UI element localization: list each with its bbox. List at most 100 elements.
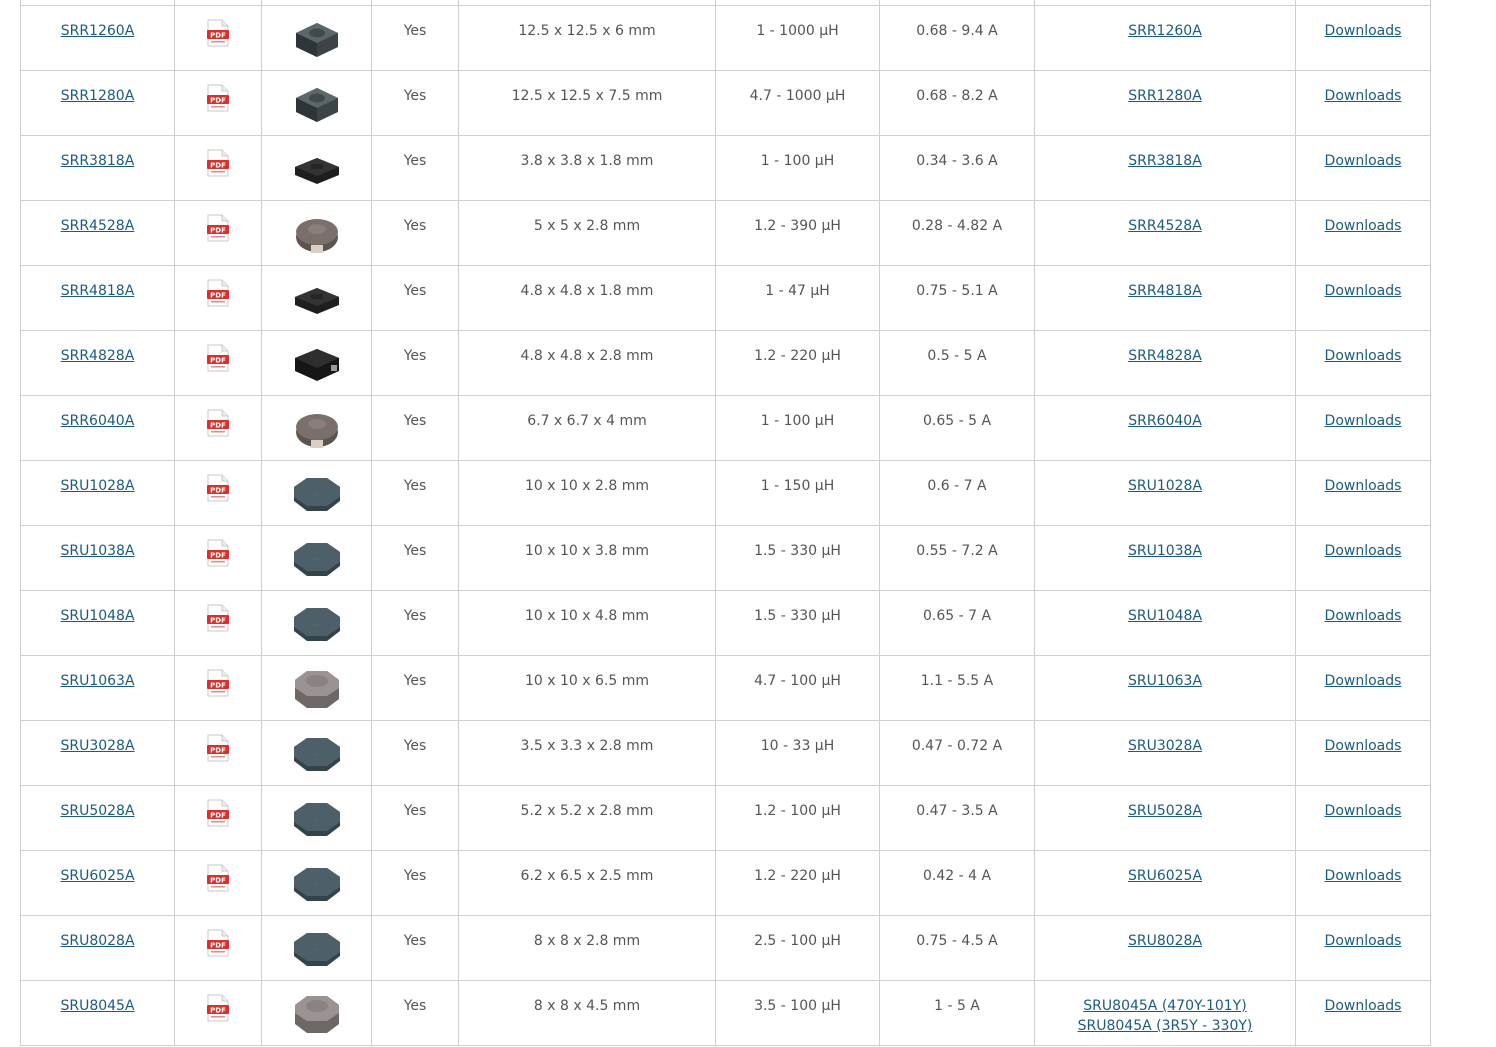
pdf-icon[interactable]: PDF bbox=[206, 604, 230, 632]
product-image-cell: · bbox=[261, 785, 372, 851]
part-number-link[interactable]: SRR1260A bbox=[61, 23, 135, 39]
current-cell: 0.55 - 7.2 A bbox=[879, 525, 1035, 591]
table-row: SRU1048A PDF · Yes 10 x 10 x 4.8 mm 1.5 … bbox=[20, 590, 1431, 656]
current-value: 0.47 - 0.72 A bbox=[911, 738, 1003, 754]
model-link[interactable]: SRR1260A bbox=[1035, 21, 1295, 41]
size-value: 5 x 5 x 2.8 mm bbox=[533, 218, 641, 234]
model-link[interactable]: SRU1028A bbox=[1035, 476, 1295, 496]
model-link[interactable]: SRR1280A bbox=[1035, 86, 1295, 106]
downloads-link[interactable]: Downloads bbox=[1325, 803, 1402, 819]
size-cell: 8 x 8 x 4.5 mm bbox=[458, 980, 716, 1046]
aec-value: Yes bbox=[403, 998, 427, 1014]
current-cell: 0.65 - 7 A bbox=[879, 590, 1035, 656]
part-number-link[interactable]: SRU1063A bbox=[60, 673, 134, 689]
pdf-icon[interactable]: PDF bbox=[206, 539, 230, 567]
part-number-link[interactable]: SRR3818A bbox=[61, 153, 135, 169]
model-link[interactable]: SRU1048A bbox=[1035, 606, 1295, 626]
part-number-link[interactable]: SRR4818A bbox=[61, 283, 135, 299]
model-link[interactable]: SRU6025A bbox=[1035, 866, 1295, 886]
part-number-link[interactable]: SRU6025A bbox=[60, 868, 134, 884]
current-value: 0.68 - 8.2 A bbox=[916, 88, 998, 104]
size-value: 4.8 x 4.8 x 2.8 mm bbox=[520, 348, 654, 364]
model-link[interactable]: SRR4818A bbox=[1035, 281, 1295, 301]
part-number-link[interactable]: SRU8045A bbox=[60, 998, 134, 1014]
pdf-icon[interactable]: PDF bbox=[206, 19, 230, 47]
downloads-cell: Downloads bbox=[1295, 850, 1431, 916]
inductor-image bbox=[291, 146, 343, 192]
part-number-link[interactable]: SRU3028A bbox=[60, 738, 134, 754]
model-link[interactable]: SRR4828A bbox=[1035, 346, 1295, 366]
datasheet-cell: PDF bbox=[174, 135, 262, 201]
size-cell: 6.7 x 6.7 x 4 mm bbox=[458, 395, 716, 461]
part-number-link[interactable]: SRR4828A bbox=[61, 348, 135, 364]
inductance-cell: 1 - 100 µH bbox=[715, 135, 880, 201]
model-cell: SRR1280A bbox=[1034, 70, 1296, 136]
downloads-link[interactable]: Downloads bbox=[1325, 283, 1402, 299]
pdf-icon[interactable]: PDF bbox=[206, 409, 230, 437]
pdf-icon[interactable]: PDF bbox=[206, 474, 230, 502]
downloads-link[interactable]: Downloads bbox=[1325, 868, 1402, 884]
downloads-link[interactable]: Downloads bbox=[1325, 88, 1402, 104]
downloads-link[interactable]: Downloads bbox=[1325, 933, 1402, 949]
model-link[interactable]: SRU1063A bbox=[1035, 671, 1295, 691]
downloads-link[interactable]: Downloads bbox=[1325, 348, 1402, 364]
part-number-link[interactable]: SRU1048A bbox=[60, 608, 134, 624]
table-row: SRR1260A PDF Yes 12.5 x 12.5 x 6 mm 1 - … bbox=[20, 5, 1431, 71]
datasheet-cell: PDF bbox=[174, 70, 262, 136]
model-link[interactable]: SRR4528A bbox=[1035, 216, 1295, 236]
inductance-value: 4.7 - 100 µH bbox=[754, 673, 841, 689]
part-number-cell: SRU1048A bbox=[20, 590, 175, 656]
pdf-icon[interactable]: PDF bbox=[206, 929, 230, 957]
inductance-cell: 3.5 - 100 µH bbox=[715, 980, 880, 1046]
pdf-icon[interactable]: PDF bbox=[206, 149, 230, 177]
part-number-link[interactable]: SRR4528A bbox=[61, 218, 135, 234]
pdf-icon[interactable]: PDF bbox=[206, 84, 230, 112]
downloads-link[interactable]: Downloads bbox=[1325, 153, 1402, 169]
part-number-link[interactable]: SRR1280A bbox=[61, 88, 135, 104]
downloads-link[interactable]: Downloads bbox=[1325, 543, 1402, 559]
model-link[interactable]: SRU8045A (470Y-101Y) bbox=[1035, 996, 1295, 1016]
size-cell: 10 x 10 x 2.8 mm bbox=[458, 460, 716, 526]
pdf-icon[interactable]: PDF bbox=[206, 994, 230, 1022]
pdf-icon[interactable]: PDF bbox=[206, 864, 230, 892]
model-link[interactable]: SRU8028A bbox=[1035, 931, 1295, 951]
inductor-image bbox=[291, 991, 343, 1037]
downloads-link[interactable]: Downloads bbox=[1325, 23, 1402, 39]
pdf-icon[interactable]: PDF bbox=[206, 344, 230, 372]
model-link[interactable]: SRR6040A bbox=[1035, 411, 1295, 431]
pdf-icon[interactable]: PDF bbox=[206, 799, 230, 827]
part-number-link[interactable]: SRU5028A bbox=[60, 803, 134, 819]
table-row: SRR4828A PDF Yes 4.8 x 4.8 x 2.8 mm 1.2 … bbox=[20, 330, 1431, 396]
model-link[interactable]: SRU1038A bbox=[1035, 541, 1295, 561]
model-link[interactable]: SRR3818A bbox=[1035, 151, 1295, 171]
current-cell: 0.5 - 5 A bbox=[879, 330, 1035, 396]
datasheet-cell: PDF bbox=[174, 785, 262, 851]
model-link[interactable]: SRU3028A bbox=[1035, 736, 1295, 756]
downloads-link[interactable]: Downloads bbox=[1325, 218, 1402, 234]
part-number-link[interactable]: SRU1028A bbox=[60, 478, 134, 494]
downloads-link[interactable]: Downloads bbox=[1325, 673, 1402, 689]
pdf-icon[interactable]: PDF bbox=[206, 214, 230, 242]
pdf-icon[interactable]: PDF bbox=[206, 734, 230, 762]
model-links: SRR1280A bbox=[1035, 71, 1295, 106]
downloads-link[interactable]: Downloads bbox=[1325, 608, 1402, 624]
part-number-link[interactable]: SRU8028A bbox=[60, 933, 134, 949]
model-link[interactable]: SRU5028A bbox=[1035, 801, 1295, 821]
downloads-link[interactable]: Downloads bbox=[1325, 738, 1402, 754]
part-number-cell: SRR1260A bbox=[20, 5, 175, 71]
size-value: 10 x 10 x 4.8 mm bbox=[525, 608, 649, 624]
downloads-link[interactable]: Downloads bbox=[1325, 998, 1402, 1014]
downloads-link[interactable]: Downloads bbox=[1325, 413, 1402, 429]
size-value: 10 x 10 x 2.8 mm bbox=[525, 478, 649, 494]
pdf-icon[interactable]: PDF bbox=[206, 669, 230, 697]
part-number-cell: SRU3028A bbox=[20, 720, 175, 786]
model-link[interactable]: SRU8045A (3R5Y - 330Y) bbox=[1035, 1016, 1295, 1036]
part-number-link[interactable]: SRR6040A bbox=[61, 413, 135, 429]
pdf-icon[interactable]: PDF bbox=[206, 279, 230, 307]
part-number-link[interactable]: SRU1038A bbox=[60, 543, 134, 559]
downloads-link[interactable]: Downloads bbox=[1325, 478, 1402, 494]
inductance-cell: 4.7 - 100 µH bbox=[715, 655, 880, 721]
inductance-value: 1.2 - 390 µH bbox=[754, 218, 841, 234]
pdf-label: PDF bbox=[210, 487, 226, 495]
aec-q200-cell: Yes bbox=[371, 590, 459, 656]
